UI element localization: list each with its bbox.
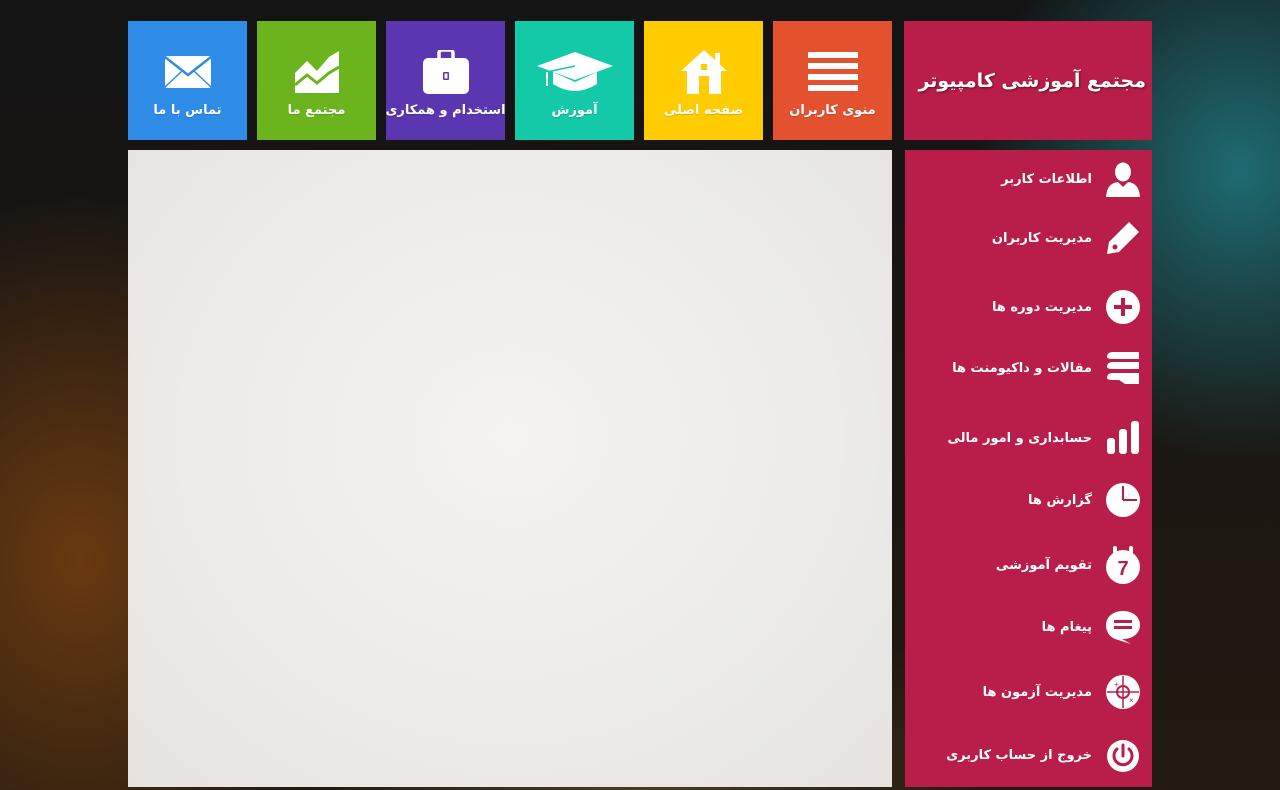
sidebar-item-messages[interactable]: پیغام ها	[1042, 607, 1142, 647]
sidebar-item-logout[interactable]: خروج از حساب کاربری	[946, 735, 1142, 775]
nav-tile-education[interactable]: آموزش	[515, 21, 634, 140]
nav-tile-label: استخدام و همکاری	[385, 103, 506, 118]
sidebar-item-label: مدیریت آزمون ها	[982, 684, 1092, 700]
sidebar-item-user-info[interactable]: اطلاعات کاربر	[1001, 159, 1142, 199]
books-icon	[1104, 349, 1142, 387]
pencil-icon	[1104, 219, 1142, 257]
svg-text:+: +	[1114, 680, 1119, 689]
nav-tile-label: مجتمع ما	[287, 103, 346, 118]
site-title: مجتمع آموزشی کامپیوتر	[918, 69, 1146, 92]
sidebar-item-label: مدیریت کاربران	[991, 230, 1092, 246]
power-icon	[1104, 736, 1142, 774]
sidebar-item-user-management[interactable]: مدیریت کاربران	[992, 218, 1142, 258]
main-content-panel	[128, 150, 892, 787]
sidebar-item-reports[interactable]: گزارش ها	[1028, 480, 1142, 520]
nav-tile-contact[interactable]: تماس با ما	[128, 21, 247, 140]
sidebar-item-label: پیغام ها	[1041, 619, 1092, 635]
sidebar-item-label: خروج از حساب کاربری	[946, 747, 1092, 763]
graduation-cap-icon	[536, 49, 613, 95]
chat-bubble-icon	[1104, 608, 1142, 646]
sidebar-item-label: مدیریت دوره ها	[991, 299, 1092, 315]
nav-tile-label: منوی کاربران	[789, 103, 876, 118]
envelope-icon	[163, 49, 212, 95]
pie-chart-icon	[1104, 481, 1142, 519]
nav-tile-user-menu[interactable]: منوی کاربران	[773, 21, 892, 140]
bar-chart-icon	[1104, 419, 1142, 457]
sidebar-item-course-management[interactable]: مدیریت دوره ها	[992, 287, 1142, 327]
sidebar-item-label: تقویم آموزشی	[995, 557, 1092, 573]
site-brand[interactable]: مجتمع آموزشی کامپیوتر	[904, 21, 1152, 140]
nav-tile-home[interactable]: صفحه اصلی	[644, 21, 763, 140]
briefcase-icon	[422, 49, 469, 95]
nav-tile-about[interactable]: مجتمع ما	[257, 21, 376, 140]
calendar-day: 7	[1117, 558, 1128, 580]
plus-circle-icon	[1104, 288, 1142, 326]
nav-tile-label: آموزش	[551, 103, 598, 118]
menu-lines-icon	[807, 49, 858, 95]
nav-tile-label: صفحه اصلی	[663, 103, 744, 118]
sidebar-item-label: مقالات و داکیومنت ها	[952, 360, 1092, 376]
svg-text:×: ×	[1129, 696, 1134, 705]
sidebar-item-label: اطلاعات کاربر	[1001, 171, 1092, 187]
home-icon	[680, 49, 727, 95]
nav-tile-label: تماس با ما	[153, 103, 222, 118]
sidebar-item-exam-management[interactable]: مدیریت آزمون ها + ×	[983, 672, 1142, 712]
sidebar-item-label: گزارش ها	[1028, 492, 1092, 508]
user-icon	[1104, 160, 1142, 198]
sidebar-item-articles[interactable]: مقالات و داکیومنت ها	[952, 348, 1142, 388]
target-icon: + ×	[1104, 673, 1142, 711]
calendar-icon: 7	[1104, 546, 1142, 584]
chart-area-icon	[294, 49, 339, 95]
nav-tile-careers[interactable]: استخدام و همکاری	[385, 21, 506, 140]
sidebar-item-calendar[interactable]: تقویم آموزشی 7	[996, 545, 1142, 585]
sidebar-menu: اطلاعات کاربر مدیریت کاربران مدیریت دوره…	[905, 150, 1152, 787]
sidebar-item-accounting[interactable]: حسابداری و امور مالی	[948, 418, 1143, 458]
sidebar-item-label: حسابداری و امور مالی	[947, 430, 1093, 446]
